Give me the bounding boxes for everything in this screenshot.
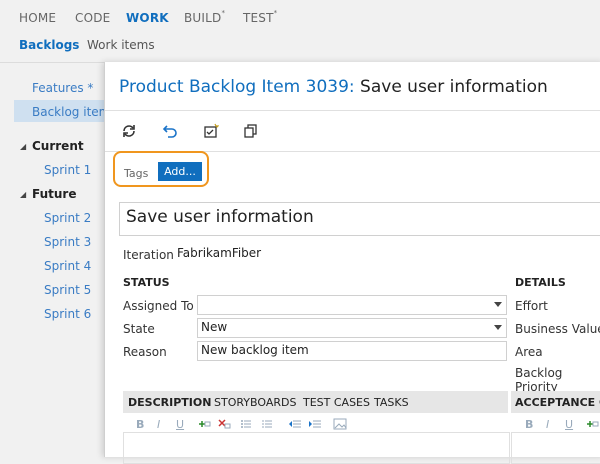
iteration-field-value: FabrikamFiber [177, 246, 262, 260]
tab-tasks[interactable]: TASKS [374, 396, 409, 409]
iteration-field[interactable]: FabrikamFiber [174, 245, 600, 264]
collapse-triangle-icon[interactable]: ◢ [20, 142, 26, 151]
bold-button-acceptance[interactable]: B [525, 418, 533, 431]
nav-test[interactable]: TEST* [243, 9, 278, 25]
sidebar-group-future[interactable]: Future [32, 187, 76, 201]
italic-button[interactable]: I [157, 418, 160, 431]
underline-button[interactable]: U [176, 418, 184, 431]
subnav-work-items[interactable]: Work items [87, 38, 155, 52]
sidebar-item-sprint-4[interactable]: Sprint 4 [44, 259, 91, 273]
description-editor[interactable] [123, 432, 510, 464]
effort-label: Effort [515, 299, 548, 313]
outdent-icon[interactable] [288, 418, 302, 430]
underline-button-acceptance[interactable]: U [565, 418, 573, 431]
follow-icon[interactable] [203, 123, 219, 139]
work-item-id: Product Backlog Item 3039: [119, 77, 355, 97]
state-label: State [123, 322, 155, 336]
status-header: STATUS [123, 276, 170, 289]
state-field[interactable]: New [197, 318, 507, 338]
dialog-title: Product Backlog Item 3039: Save user inf… [119, 77, 548, 97]
add-link-icon[interactable] [585, 418, 599, 430]
add-link-icon[interactable] [197, 418, 211, 430]
nav-build-label: BUILD [184, 11, 222, 25]
details-header: DETAILS [515, 276, 566, 289]
tab-description[interactable]: DESCRIPTION [128, 396, 211, 409]
tags-label: Tags [124, 167, 149, 180]
sidebar-item-backlog-items[interactable]: Backlog items [32, 105, 112, 119]
sidebar-item-sprint-6[interactable]: Sprint 6 [44, 307, 91, 321]
subnav-backlogs[interactable]: Backlogs [19, 38, 79, 52]
sidebar-group-current[interactable]: Current [32, 139, 84, 153]
business-value-label: Business Value [515, 322, 600, 336]
refresh-icon[interactable] [121, 123, 137, 139]
reason-value: New backlog item [201, 343, 309, 357]
iteration-label: Iteration [123, 248, 174, 262]
collapse-triangle-icon[interactable]: ◢ [20, 190, 26, 199]
work-item-title-text: Save user information [354, 77, 548, 97]
sidebar-item-features[interactable]: Features * [32, 81, 93, 95]
nav-test-label: TEST [243, 11, 274, 25]
nav-build-mark: * [221, 9, 226, 17]
chevron-down-icon[interactable] [494, 325, 502, 330]
title-field-value: Save user information [126, 207, 314, 227]
remove-link-icon[interactable] [217, 418, 231, 430]
bulleted-list-icon[interactable] [240, 418, 252, 430]
indent-icon[interactable] [308, 418, 322, 430]
dialog-toolbar [105, 110, 600, 152]
sidebar-item-sprint-5[interactable]: Sprint 5 [44, 283, 91, 297]
undo-icon[interactable] [162, 123, 178, 139]
tab-acceptance-criteria[interactable]: ACCEPTANCE CR [515, 396, 600, 409]
state-value: New [201, 320, 228, 334]
nav-code[interactable]: CODE [75, 11, 110, 25]
add-tag-button[interactable]: Add... [158, 162, 202, 181]
nav-home[interactable]: HOME [19, 11, 56, 25]
chevron-down-icon[interactable] [494, 302, 502, 307]
nav-build[interactable]: BUILD* [184, 9, 226, 25]
tab-storyboards[interactable]: STORYBOARDS [214, 396, 296, 409]
reason-label: Reason [123, 345, 167, 359]
area-label: Area [515, 345, 543, 359]
assigned-to-field[interactable] [197, 295, 507, 315]
top-nav: HOME CODE WORK BUILD* TEST* [0, 0, 600, 36]
assigned-to-label: Assigned To [123, 299, 194, 313]
italic-button-acceptance[interactable]: I [546, 418, 549, 431]
acceptance-criteria-editor[interactable] [511, 432, 600, 464]
backlog-priority-label: Backlog Priority [515, 366, 563, 394]
sidebar-item-sprint-1[interactable]: Sprint 1 [44, 163, 91, 177]
sidebar-item-sprint-2[interactable]: Sprint 2 [44, 211, 91, 225]
insert-image-icon[interactable] [333, 418, 347, 430]
sub-nav: Backlogs Work items [0, 36, 600, 63]
nav-test-mark: * [273, 9, 278, 17]
copy-icon[interactable] [243, 123, 259, 139]
tab-test-cases[interactable]: TEST CASES [303, 396, 370, 409]
work-item-dialog: Product Backlog Item 3039: Save user inf… [104, 62, 600, 464]
tab-bar: DESCRIPTION STORYBOARDS TEST CASES TASKS [123, 391, 508, 413]
numbered-list-icon[interactable] [261, 418, 273, 430]
sidebar: Features * Backlog items ◢ Current Sprin… [0, 63, 114, 453]
nav-work[interactable]: WORK [126, 11, 169, 25]
sidebar-item-sprint-3[interactable]: Sprint 3 [44, 235, 91, 249]
reason-field[interactable]: New backlog item [197, 341, 507, 361]
title-field[interactable]: Save user information [119, 202, 600, 236]
acceptance-tab-bar: ACCEPTANCE CR [511, 391, 600, 413]
bold-button[interactable]: B [136, 418, 144, 431]
